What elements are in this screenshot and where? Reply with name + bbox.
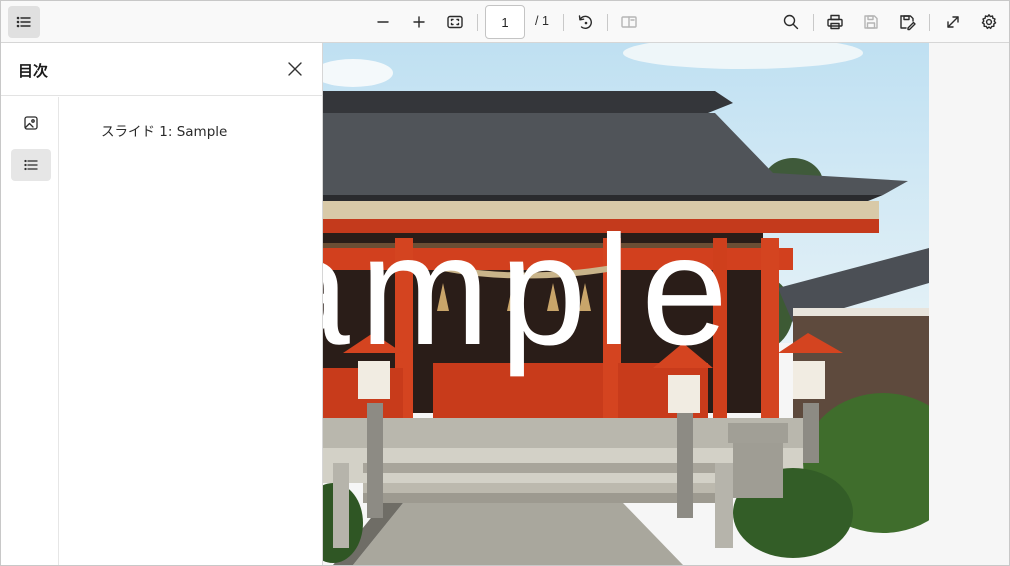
- toolbar-separator: [477, 14, 478, 31]
- fullscreen-button[interactable]: [937, 6, 969, 38]
- toolbar-separator: [813, 14, 814, 31]
- print-icon: [827, 14, 843, 30]
- zoom-out-icon: [377, 21, 389, 23]
- panel-rail: [1, 97, 59, 565]
- outline-tab[interactable]: [11, 149, 51, 181]
- panel-header: 目次: [1, 43, 322, 96]
- fit-page-icon: [447, 15, 463, 29]
- toolbar-separator: [563, 14, 564, 31]
- zoom-in-button[interactable]: [403, 6, 435, 38]
- save-as-icon: [900, 15, 916, 31]
- rotate-button[interactable]: [569, 6, 601, 38]
- toolbar: / 1: [1, 1, 1009, 43]
- save-as-button[interactable]: [891, 6, 923, 38]
- page-view-icon: [621, 16, 637, 28]
- fullscreen-icon: [947, 16, 959, 28]
- zoom-in-icon: [413, 16, 425, 28]
- thumbnails-tab[interactable]: [11, 107, 51, 139]
- slide-page: ample: [323, 43, 929, 565]
- panel-title: 目次: [18, 62, 49, 80]
- close-icon: [288, 62, 302, 76]
- document-area[interactable]: ample: [323, 43, 1009, 565]
- page-total-label: / 1: [535, 14, 549, 28]
- toolbar-separator: [607, 14, 608, 31]
- toolbar-separator: [929, 14, 930, 31]
- outline-item[interactable]: スライド 1: Sample: [101, 120, 227, 140]
- watermark-text: ample: [323, 204, 738, 378]
- save-button[interactable]: [855, 6, 887, 38]
- rotate-icon: [578, 15, 592, 30]
- page-number-input[interactable]: [485, 5, 525, 39]
- outline-list-icon: [16, 16, 31, 28]
- settings-button[interactable]: [973, 6, 1005, 38]
- search-button[interactable]: [775, 6, 807, 38]
- outline-toggle-button[interactable]: [8, 6, 40, 38]
- outline-panel: 目次 スライド 1: Sample: [1, 43, 323, 565]
- thumbnails-icon: [24, 116, 38, 130]
- save-icon: [864, 15, 878, 29]
- settings-icon: [981, 14, 997, 30]
- search-icon: [783, 14, 799, 30]
- zoom-out-button[interactable]: [367, 6, 399, 38]
- page-view-button[interactable]: [613, 6, 645, 38]
- fit-page-button[interactable]: [439, 6, 471, 38]
- print-button[interactable]: [819, 6, 851, 38]
- pdf-viewer-window: / 1: [0, 0, 1010, 566]
- close-panel-button[interactable]: [280, 54, 310, 84]
- outline-list-icon: [24, 159, 38, 171]
